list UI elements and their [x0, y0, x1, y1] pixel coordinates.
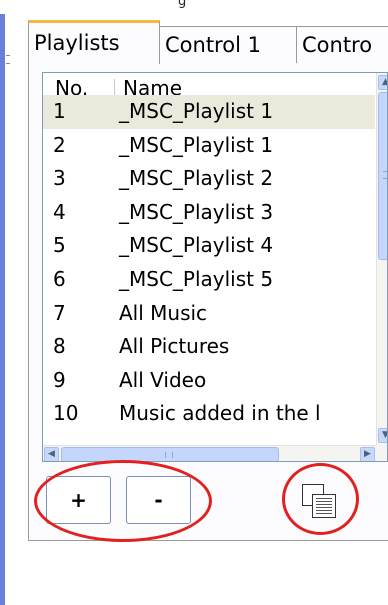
edge-tick [6, 63, 10, 64]
row-name: Music added in the l [119, 401, 321, 426]
edge-tick [6, 55, 10, 56]
list-item[interactable]: 1 _MSC_Playlist 1 [43, 95, 375, 129]
edge-gap [0, 0, 5, 14]
tab-playlists[interactable]: Playlists [28, 20, 160, 64]
row-number: 10 [53, 401, 79, 426]
list-item[interactable]: 8 All Pictures [43, 330, 375, 364]
add-playlist-button[interactable]: + [46, 476, 111, 524]
row-number: 9 [53, 367, 66, 392]
row-name: All Pictures [119, 334, 230, 359]
tab-strip: Playlists Control 1 Contro [28, 20, 388, 64]
playlist-list[interactable]: No. Name 1 _MSC_Playlist 1 2 _MSC_Playli… [42, 72, 388, 462]
scroll-left-arrow-icon[interactable]: ◀ [44, 447, 59, 461]
row-number: 2 [53, 132, 66, 157]
vertical-scrollbar[interactable]: ▲ ▼ [376, 73, 387, 445]
header-fragment: g [178, 0, 187, 9]
remove-playlist-button[interactable]: - [126, 476, 191, 524]
window-left-edge [0, 0, 5, 605]
scrollbar-corner [376, 445, 387, 461]
row-number: 3 [53, 166, 66, 191]
document-lines [316, 498, 332, 514]
list-item[interactable]: 5 _MSC_Playlist 4 [43, 229, 375, 263]
copy-icon-front [312, 494, 336, 518]
scroll-up-arrow-icon[interactable]: ▲ [378, 75, 387, 90]
row-number: 8 [53, 334, 66, 359]
row-name: _MSC_Playlist 4 [119, 233, 274, 258]
list-rows: 1 _MSC_Playlist 1 2 _MSC_Playlist 1 3 _M… [43, 95, 375, 431]
row-number: 1 [53, 99, 66, 123]
horizontal-scrollbar[interactable]: ◀ ▶ [43, 445, 376, 461]
grip-icon [165, 452, 173, 458]
horizontal-scroll-thumb[interactable] [61, 447, 279, 461]
scroll-right-arrow-icon[interactable]: ▶ [360, 447, 375, 461]
copy-playlist-button[interactable] [296, 478, 346, 522]
row-name: _MSC_Playlist 5 [119, 266, 274, 291]
row-number: 6 [53, 266, 66, 291]
grip-icon [383, 171, 387, 179]
row-number: 4 [53, 199, 66, 224]
scroll-down-arrow-icon[interactable]: ▼ [378, 428, 387, 443]
row-name: _MSC_Playlist 1 [119, 99, 274, 123]
list-item[interactable]: 9 All Video [43, 364, 375, 398]
list-item[interactable]: 6 _MSC_Playlist 5 [43, 263, 375, 297]
list-item[interactable]: 7 All Music [43, 297, 375, 331]
tab-control-2[interactable]: Contro [296, 26, 388, 64]
list-item[interactable]: 10 Music added in the l [43, 397, 375, 431]
row-name: All Video [119, 367, 207, 392]
row-number: 7 [53, 300, 66, 325]
list-item[interactable]: 2 _MSC_Playlist 1 [43, 129, 375, 163]
list-item[interactable]: 3 _MSC_Playlist 2 [43, 162, 375, 196]
vertical-scroll-thumb[interactable] [378, 92, 387, 260]
list-item[interactable]: 4 _MSC_Playlist 3 [43, 196, 375, 230]
tab-control-1[interactable]: Control 1 [159, 26, 297, 64]
row-number: 5 [53, 233, 66, 258]
row-name: _MSC_Playlist 1 [119, 132, 274, 157]
row-name: All Music [119, 300, 208, 325]
row-name: _MSC_Playlist 2 [119, 166, 274, 191]
row-name: _MSC_Playlist 3 [119, 199, 274, 224]
